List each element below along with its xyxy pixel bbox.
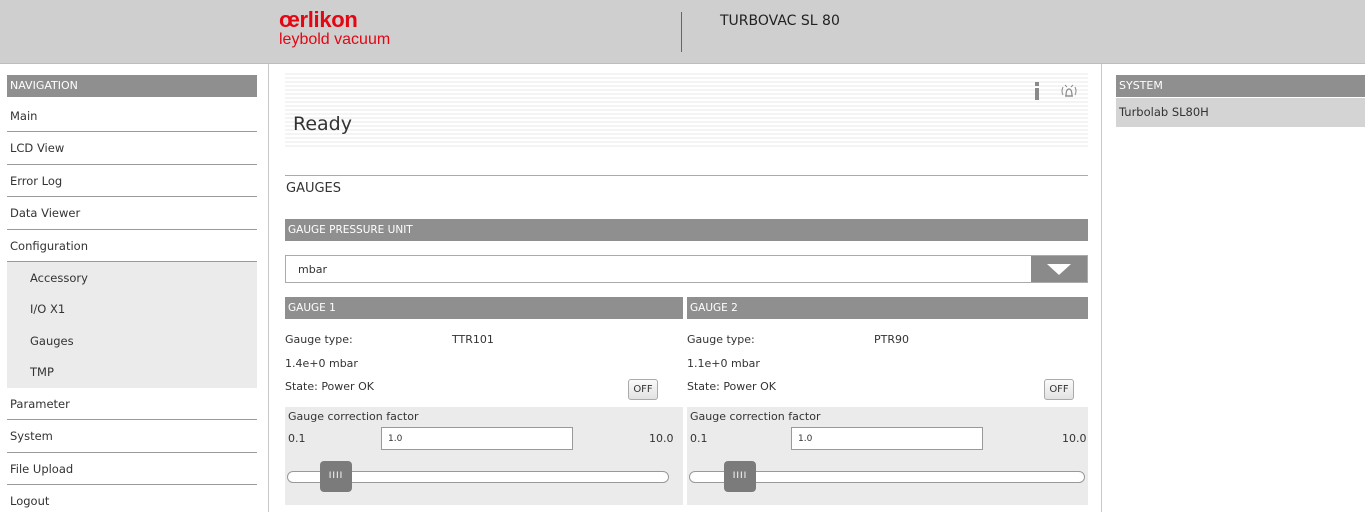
nav-item-system[interactable]: System bbox=[7, 420, 257, 453]
system-header: SYSTEM bbox=[1116, 75, 1365, 97]
nav-subitem-tmp[interactable]: TMP bbox=[7, 356, 257, 388]
navigation-header: NAVIGATION bbox=[7, 75, 257, 97]
right-column: SYSTEM Turbolab SL80H bbox=[1101, 64, 1365, 512]
pressure-unit-header: GAUGE PRESSURE UNIT bbox=[285, 219, 1088, 241]
pressure-unit-value: mbar bbox=[298, 263, 327, 276]
gauge-2-panel: GAUGE 2 Gauge type: PTR90 1.1e+0 mbar St… bbox=[687, 297, 1088, 507]
status-text: Ready bbox=[293, 113, 352, 135]
section-divider bbox=[285, 175, 1088, 176]
status-panel: Ready bbox=[285, 73, 1088, 147]
correction-min-label: 0.1 bbox=[288, 432, 306, 445]
configuration-submenu: Accessory I/O X1 Gauges TMP bbox=[7, 261, 257, 388]
nav-item-data-viewer[interactable]: Data Viewer bbox=[7, 197, 257, 230]
logo-brand: œrlikon bbox=[279, 7, 358, 32]
logo-subtitle: leybold vacuum bbox=[279, 31, 391, 48]
correction-min-label: 0.1 bbox=[690, 432, 708, 445]
gauge-state: State: Power OK bbox=[285, 380, 374, 393]
nav-item-configuration[interactable]: Configuration bbox=[7, 230, 257, 262]
correction-max-label: 10.0 bbox=[649, 432, 674, 445]
info-icon[interactable] bbox=[1033, 82, 1041, 100]
product-title: TURBOVAC SL 80 bbox=[720, 13, 840, 29]
nav-item-file-upload[interactable]: File Upload bbox=[7, 453, 257, 486]
section-title: GAUGES bbox=[286, 181, 342, 196]
navigation-list: Main LCD View Error Log Data Viewer Conf… bbox=[7, 100, 257, 512]
correction-factor-panel: Gauge correction factor 0.1 10.0 IIII bbox=[687, 407, 1088, 505]
correction-factor-title: Gauge correction factor bbox=[288, 410, 419, 423]
gauge-header: GAUGE 1 bbox=[285, 297, 683, 319]
nav-item-logout[interactable]: Logout bbox=[7, 485, 257, 512]
pressure-unit-select[interactable]: mbar bbox=[285, 255, 1088, 283]
correction-slider-thumb[interactable]: IIII bbox=[724, 461, 756, 492]
app-header: œrlikon leybold vacuum TURBOVAC SL 80 bbox=[0, 0, 1365, 64]
gauge-off-button[interactable]: OFF bbox=[1044, 379, 1074, 400]
nav-item-lcd-view[interactable]: LCD View bbox=[7, 132, 257, 165]
alarm-icon[interactable] bbox=[1060, 82, 1078, 100]
gauge-1-panel: GAUGE 1 Gauge type: TTR101 1.4e+0 mbar S… bbox=[285, 297, 683, 507]
nav-subitem-io-x1[interactable]: I/O X1 bbox=[7, 293, 257, 325]
nav-item-error-log[interactable]: Error Log bbox=[7, 165, 257, 198]
correction-slider-thumb[interactable]: IIII bbox=[320, 461, 352, 492]
system-item[interactable]: Turbolab SL80H bbox=[1116, 98, 1365, 127]
oerlikon-logo: œrlikon leybold vacuum bbox=[279, 9, 390, 49]
gauge-off-button[interactable]: OFF bbox=[628, 379, 658, 400]
gauge-pressure-readout: 1.4e+0 mbar bbox=[285, 357, 358, 370]
nav-item-main[interactable]: Main bbox=[7, 100, 257, 133]
gauge-type-value: PTR90 bbox=[874, 333, 909, 346]
header-divider bbox=[681, 12, 682, 52]
nav-item-parameter[interactable]: Parameter bbox=[7, 388, 257, 421]
nav-subitem-gauges[interactable]: Gauges bbox=[7, 325, 257, 357]
gauge-type-label: Gauge type: bbox=[285, 333, 353, 346]
correction-factor-panel: Gauge correction factor 0.1 10.0 IIII bbox=[285, 407, 683, 505]
correction-max-label: 10.0 bbox=[1062, 432, 1087, 445]
left-column: NAVIGATION Main LCD View Error Log Data … bbox=[0, 64, 269, 512]
gauge-type-label: Gauge type: bbox=[687, 333, 755, 346]
correction-factor-input[interactable] bbox=[381, 427, 573, 450]
correction-factor-input[interactable] bbox=[791, 427, 983, 450]
dropdown-arrow-icon[interactable] bbox=[1031, 256, 1087, 282]
gauge-header: GAUGE 2 bbox=[687, 297, 1088, 319]
gauge-type-value: TTR101 bbox=[452, 333, 494, 346]
gauge-state: State: Power OK bbox=[687, 380, 776, 393]
gauge-pressure-readout: 1.1e+0 mbar bbox=[687, 357, 760, 370]
nav-subitem-accessory[interactable]: Accessory bbox=[7, 262, 257, 294]
correction-factor-title: Gauge correction factor bbox=[690, 410, 821, 423]
